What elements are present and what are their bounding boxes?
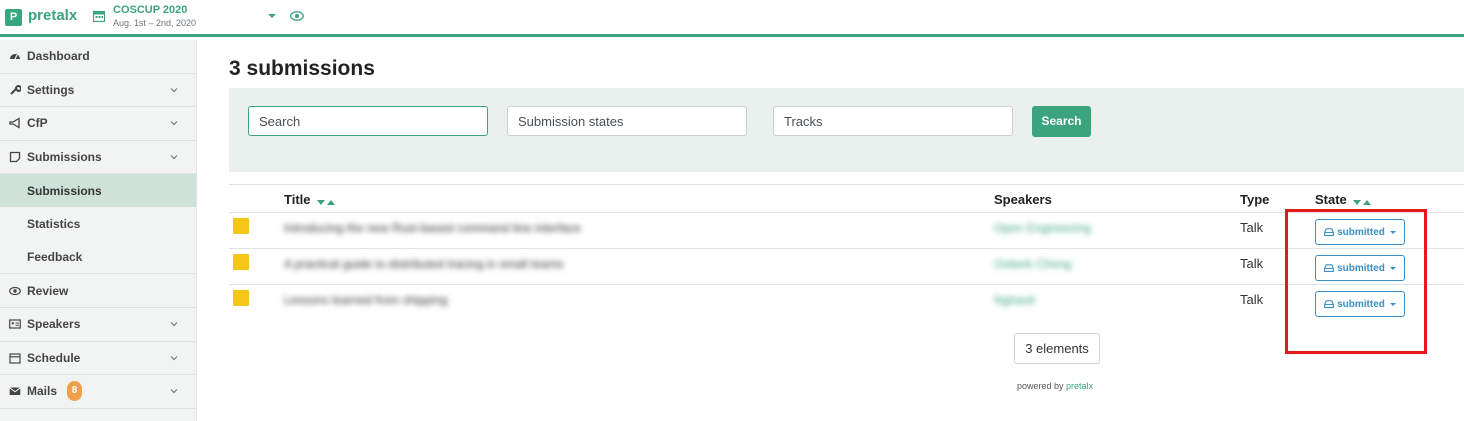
column-header-label: Title xyxy=(284,192,311,207)
chevron-down-icon xyxy=(170,322,178,327)
chevron-down-icon xyxy=(170,121,178,126)
sidebar-subitem-statistics[interactable]: Statistics xyxy=(0,207,196,240)
filter-panel: Search Submission states Tracks Search xyxy=(229,88,1464,172)
mails-count-badge: 8 xyxy=(67,381,83,402)
search-input[interactable]: Search xyxy=(248,106,488,136)
submissions-submenu: Submissions Statistics Feedback xyxy=(0,174,196,275)
sidebar-item-label: Review xyxy=(27,283,69,298)
chevron-down-icon xyxy=(170,355,178,360)
event-name[interactable]: COSCUP 2020 xyxy=(113,4,187,16)
sidebar-item-label: CfP xyxy=(27,116,48,131)
sidebar: Dashboard Settings CfP Submissions Submi… xyxy=(0,40,197,421)
sidebar-item-label: Settings xyxy=(27,82,75,97)
submission-title-link[interactable]: Lessons learned from shipping xyxy=(284,293,447,307)
pretalx-logo-icon[interactable]: P xyxy=(5,9,22,26)
submission-type: Talk xyxy=(1240,256,1264,271)
submission-type: Talk xyxy=(1240,220,1264,235)
calendar-icon xyxy=(9,353,21,364)
wrench-icon xyxy=(10,84,21,95)
id-card-icon xyxy=(9,319,21,329)
annotation-highlight-box xyxy=(1285,209,1427,354)
sidebar-item-label: Dashboard xyxy=(27,49,90,64)
submission-type: Talk xyxy=(1240,292,1264,307)
pretalx-link[interactable]: pretalx xyxy=(1066,381,1093,391)
sticky-note-icon xyxy=(9,151,21,163)
calendar-icon xyxy=(93,10,105,22)
tracks-select[interactable]: Tracks xyxy=(773,106,1013,136)
chevron-down-icon xyxy=(170,87,178,92)
submission-states-select[interactable]: Submission states xyxy=(507,106,747,136)
chevron-down-icon xyxy=(170,389,178,394)
sort-icon[interactable] xyxy=(1353,193,1373,208)
sidebar-item-label: Mails xyxy=(27,384,58,399)
sidebar-item-schedule[interactable]: Schedule xyxy=(0,342,196,376)
eye-icon[interactable] xyxy=(290,11,304,21)
submission-title-link[interactable]: A practical guide to distributed tracing… xyxy=(284,257,563,271)
track-color-swatch xyxy=(233,290,249,306)
sidebar-item-label: Speakers xyxy=(27,317,81,332)
sidebar-item-label: Schedule xyxy=(27,350,81,365)
eye-icon xyxy=(9,286,21,295)
powered-by-footer: powered by pretalx xyxy=(1017,381,1093,391)
sidebar-subitem-submissions[interactable]: Submissions xyxy=(0,174,196,208)
bullhorn-icon xyxy=(9,117,20,130)
sort-icon[interactable] xyxy=(317,193,337,208)
table-row: A practical guide to distributed tracing… xyxy=(229,249,1464,285)
sidebar-item-cfp[interactable]: CfP xyxy=(0,107,196,141)
element-count-button[interactable]: 3 elements xyxy=(1014,333,1100,364)
dashboard-icon xyxy=(10,54,20,60)
column-header-title[interactable]: Title xyxy=(284,192,337,208)
sidebar-item-mails[interactable]: Mails 8 xyxy=(0,375,196,409)
column-header-type: Type xyxy=(1240,192,1270,207)
sidebar-item-settings[interactable]: Settings xyxy=(0,74,196,108)
top-bar: P pretalx COSCUP 2020 Aug. 1st – 2nd, 20… xyxy=(0,0,1464,37)
chevron-down-icon xyxy=(170,154,178,160)
event-dates: Aug. 1st – 2nd, 2020 xyxy=(113,18,197,28)
track-color-swatch xyxy=(233,254,249,270)
sidebar-subitem-feedback[interactable]: Feedback xyxy=(0,240,196,273)
event-dropdown-caret-icon[interactable] xyxy=(268,14,276,18)
submission-title-link[interactable]: Introducing the new Rust-based command l… xyxy=(284,221,581,235)
column-header-speakers: Speakers xyxy=(994,192,1052,207)
track-color-swatch xyxy=(233,218,249,234)
speaker-link[interactable]: Ovberk Cheng xyxy=(994,257,1071,271)
table-row: Lessons learned from shipping Nghaulr Ta… xyxy=(229,285,1464,321)
powered-by-text: powered by xyxy=(1017,381,1064,391)
envelope-icon xyxy=(9,387,21,396)
speaker-link[interactable]: Nghaulr xyxy=(994,293,1036,307)
column-header-label: State xyxy=(1315,192,1347,207)
app-name[interactable]: pretalx xyxy=(28,7,77,24)
page-title: 3 submissions xyxy=(229,57,375,80)
sidebar-item-speakers[interactable]: Speakers xyxy=(0,308,196,342)
speaker-link[interactable]: Open Engineering xyxy=(994,221,1091,235)
column-header-state[interactable]: State xyxy=(1315,192,1373,208)
sidebar-item-label: Submissions xyxy=(27,150,102,165)
search-button[interactable]: Search xyxy=(1032,106,1091,137)
sidebar-item-review[interactable]: Review xyxy=(0,274,196,308)
sidebar-item-dashboard[interactable]: Dashboard xyxy=(0,40,196,74)
submissions-table: Title Speakers Type State Introducing th… xyxy=(229,184,1464,321)
sidebar-item-submissions[interactable]: Submissions xyxy=(0,141,196,175)
table-row: Introducing the new Rust-based command l… xyxy=(229,213,1464,249)
table-header: Title Speakers Type State xyxy=(229,184,1464,213)
